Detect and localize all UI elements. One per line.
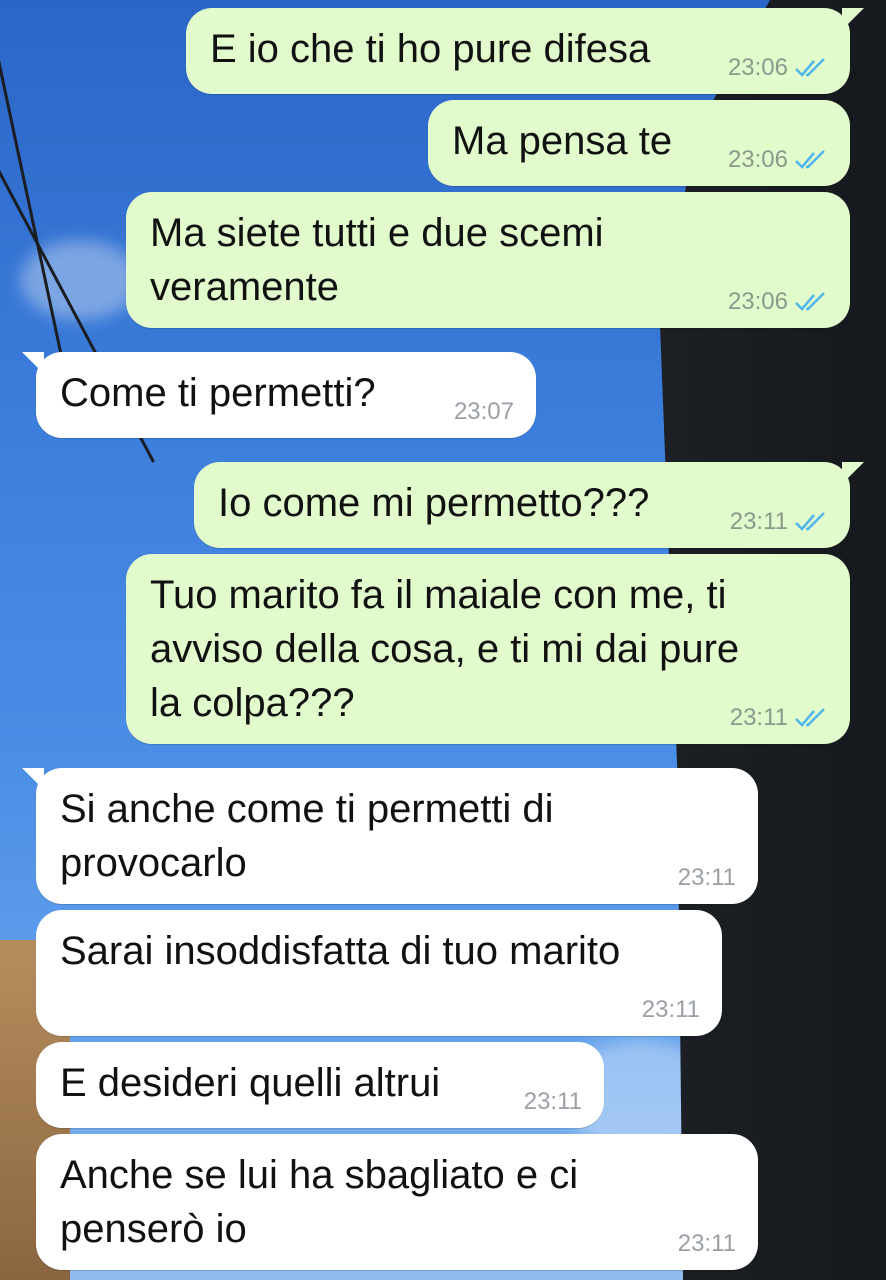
message-meta: 23:11 — [524, 1088, 582, 1116]
message-bubble-outgoing[interactable]: E io che ti ho pure difesa 23:06 — [186, 8, 864, 94]
message-text: E desideri quelli altrui — [60, 1061, 441, 1105]
message-bubble-outgoing[interactable]: Io come mi permetto??? 23:11 — [194, 462, 864, 548]
double-check-icon — [795, 512, 825, 531]
double-check-icon — [795, 708, 825, 727]
message-meta: 23:06 — [728, 54, 828, 82]
message-meta: 23:06 — [728, 288, 828, 316]
message-bubble-incoming[interactable]: Come ti permetti? 23:07 — [22, 352, 536, 438]
message-meta: 23:07 — [454, 398, 514, 426]
message-meta: 23:11 — [730, 508, 828, 536]
message-text: Ma siete tutti e due scemi veramente — [150, 211, 604, 309]
message-time: 23:11 — [523, 1088, 582, 1115]
message-text: Si anche come ti permetti di provocarlo — [60, 787, 554, 885]
message-meta: 23:11 — [642, 996, 700, 1024]
message-bubble-outgoing[interactable]: Tuo marito fa il maiale con me, ti avvis… — [126, 554, 850, 744]
double-check-icon — [795, 292, 825, 311]
double-check-icon — [795, 150, 825, 169]
message-bubble-outgoing[interactable]: Ma pensa te 23:06 — [428, 100, 850, 186]
message-text: Anche se lui ha sbagliato e ci penserò i… — [60, 1153, 579, 1251]
message-time: 23:06 — [727, 288, 788, 315]
message-text: Tuo marito fa il maiale con me, ti avvis… — [150, 573, 740, 725]
message-text: Come ti permetti? — [60, 371, 376, 415]
message-time: 23:11 — [729, 704, 788, 731]
message-bubble-incoming[interactable]: Si anche come ti permetti di provocarlo … — [22, 768, 758, 904]
message-time: 23:11 — [677, 1230, 736, 1257]
double-check-icon — [795, 58, 825, 77]
message-bubble-incoming[interactable]: Anche se lui ha sbagliato e ci penserò i… — [36, 1134, 758, 1270]
message-meta: 23:11 — [678, 864, 736, 892]
message-text: Sarai insoddisfatta di tuo marito — [60, 929, 621, 973]
message-bubble-outgoing[interactable]: Ma siete tutti e due scemi veramente 23:… — [126, 192, 850, 328]
message-time: 23:06 — [727, 146, 788, 173]
message-time: 23:06 — [727, 54, 788, 81]
message-meta: 23:11 — [730, 704, 828, 732]
message-bubble-incoming[interactable]: E desideri quelli altrui 23:11 — [36, 1042, 604, 1128]
message-time: 23:07 — [453, 398, 514, 425]
message-time: 23:11 — [677, 864, 736, 891]
message-meta: 23:06 — [728, 146, 828, 174]
message-bubble-incoming[interactable]: Sarai insoddisfatta di tuo marito 23:11 — [36, 910, 722, 1036]
message-time: 23:11 — [729, 508, 788, 535]
message-time: 23:11 — [641, 996, 700, 1023]
message-meta: 23:11 — [678, 1230, 736, 1258]
